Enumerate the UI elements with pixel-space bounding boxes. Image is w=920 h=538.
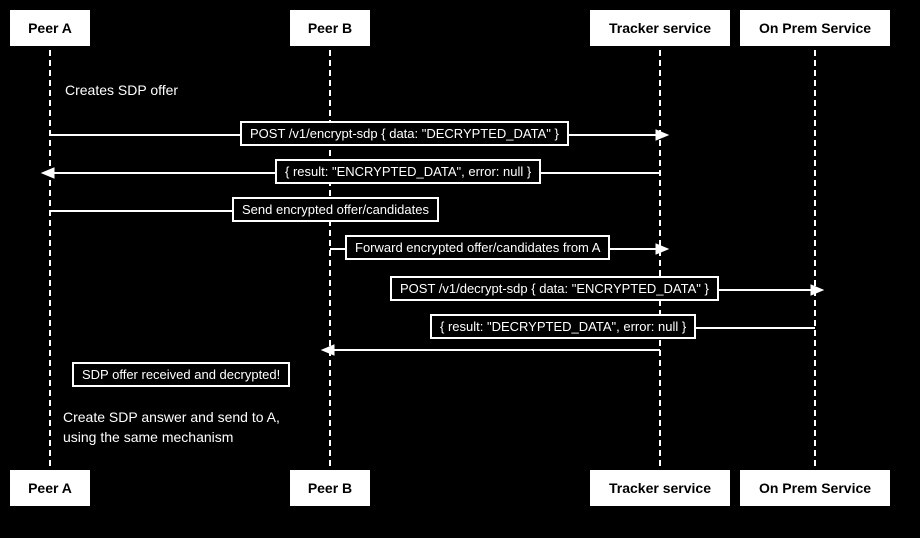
actor-peer-a-top: Peer A [10, 10, 90, 46]
actor-peer-b-top: Peer B [290, 10, 370, 46]
msg-post-decrypt: POST /v1/decrypt-sdp { data: "ENCRYPTED_… [390, 276, 719, 301]
msg-creates-sdp: Creates SDP offer [65, 82, 178, 98]
msg-create-answer: Create SDP answer and send to A, using t… [63, 408, 280, 447]
msg-result-decrypt: { result: "DECRYPTED_DATA", error: null … [430, 314, 696, 339]
actor-onprem-bottom: On Prem Service [740, 470, 890, 506]
actor-peer-a-bottom: Peer A [10, 470, 90, 506]
msg-result-encrypt: { result: "ENCRYPTED_DATA", error: null … [275, 159, 541, 184]
actor-tracker-top: Tracker service [590, 10, 730, 46]
actor-onprem-top: On Prem Service [740, 10, 890, 46]
actor-tracker-bottom: Tracker service [590, 470, 730, 506]
actor-peer-b-bottom: Peer B [290, 470, 370, 506]
msg-sdp-offer-received: SDP offer received and decrypted! [72, 362, 290, 387]
msg-forward-encrypted: Forward encrypted offer/candidates from … [345, 235, 610, 260]
msg-post-encrypt: POST /v1/encrypt-sdp { data: "DECRYPTED_… [240, 121, 569, 146]
msg-send-encrypted: Send encrypted offer/candidates [232, 197, 439, 222]
sequence-diagram: Peer A Peer B Tracker service On Prem Se… [0, 0, 920, 538]
